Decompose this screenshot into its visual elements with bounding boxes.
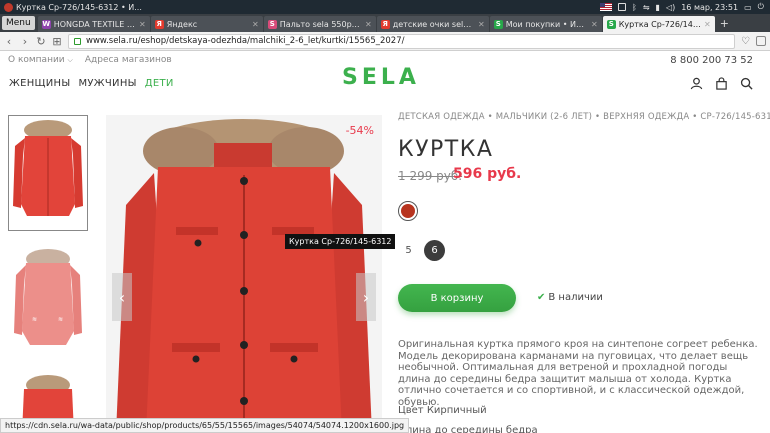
os-top-panel: Куртка Ср-726/145-6312 • И... ᛒ ⇋ ▮ ◁) 1… bbox=[0, 0, 770, 14]
tab-jacket[interactable]: S Куртка Ср-726/145-6312 ✕ bbox=[602, 16, 715, 32]
chevron-left-icon: ‹ bbox=[118, 287, 126, 307]
product-title: КУРТКА bbox=[398, 137, 494, 162]
check-icon: ✔ bbox=[537, 292, 546, 303]
nav-kids[interactable]: ДЕТИ bbox=[145, 78, 174, 89]
forward-icon[interactable]: › bbox=[20, 35, 30, 48]
back-icon[interactable]: ‹ bbox=[4, 35, 14, 48]
prev-image-button[interactable]: ‹ bbox=[112, 273, 132, 321]
close-icon[interactable]: ✕ bbox=[252, 20, 259, 29]
opera-icon bbox=[4, 2, 13, 12]
power-icon[interactable]: ⏻ bbox=[758, 2, 764, 12]
svg-text:≋: ≋ bbox=[58, 316, 63, 323]
chevron-down-icon: ⌵ bbox=[67, 56, 73, 64]
os-window-title[interactable]: Куртка Ср-726/145-6312 • И... bbox=[0, 2, 142, 12]
about-link[interactable]: О компании ⌵ bbox=[8, 55, 73, 65]
stock-status: ✔ В наличии bbox=[537, 292, 603, 303]
os-tray: ᛒ ⇋ ▮ ◁) 16 мар, 23:51 ▭ ⏻ bbox=[600, 2, 770, 12]
battery-icon[interactable]: ▮ bbox=[656, 3, 660, 12]
sela-icon: S bbox=[606, 19, 616, 29]
close-icon[interactable]: ✕ bbox=[591, 20, 598, 29]
tab-label: Пальто sela 550руб - ст bbox=[279, 19, 362, 29]
tab-glasses-search[interactable]: Я детские очки sela — Ян ✕ bbox=[376, 16, 489, 32]
close-icon[interactable]: ✕ bbox=[478, 20, 485, 29]
yandex-icon: Я bbox=[154, 19, 164, 29]
stock-status-text: В наличии bbox=[548, 292, 603, 303]
bookmark-heart-icon[interactable]: ♡ bbox=[741, 36, 750, 47]
extension-icon[interactable] bbox=[756, 36, 766, 46]
window-icon[interactable] bbox=[618, 3, 627, 11]
url-text: www.sela.ru/eshop/detskaya-odezhda/malch… bbox=[86, 36, 405, 46]
size-option-5[interactable]: 5 bbox=[398, 240, 419, 261]
yandex-icon: Я bbox=[380, 19, 390, 29]
screen-icon[interactable]: ▭ bbox=[744, 3, 752, 12]
volume-icon[interactable]: ◁) bbox=[666, 3, 675, 12]
jacket-image bbox=[116, 119, 372, 433]
address-bar-row: ‹ › ↻ ⊞ www.sela.ru/eshop/detskaya-odezh… bbox=[0, 32, 770, 51]
bag-icon[interactable] bbox=[715, 77, 728, 90]
svg-text:≋: ≋ bbox=[32, 316, 37, 323]
thumbnail-jacket-pink-image: ≋ ≋ bbox=[14, 249, 82, 345]
tab-label: Мои покупки • Интерне bbox=[505, 19, 588, 29]
main-nav: ЖЕНЩИНЫ МУЖЧИНЫ ДЕТИ bbox=[9, 78, 174, 89]
discount-badge: -54% bbox=[345, 124, 374, 137]
stores-link[interactable]: Адреса магазинов bbox=[85, 55, 172, 65]
size-option-6[interactable]: 6 bbox=[424, 240, 445, 261]
close-icon[interactable]: ✕ bbox=[365, 20, 372, 29]
product-length: Длина до середины бедра bbox=[398, 425, 538, 433]
network-icon[interactable]: ⇋ bbox=[643, 3, 650, 12]
web-page: О компании ⌵ Адреса магазинов 8 800 200 … bbox=[0, 51, 770, 433]
new-tab-icon[interactable]: + bbox=[720, 17, 729, 30]
tab-coat-search[interactable]: S Пальто sela 550руб - ст ✕ bbox=[263, 16, 376, 32]
phone-number[interactable]: 8 800 200 73 52 bbox=[670, 55, 753, 66]
speed-dial-icon[interactable]: ⊞ bbox=[52, 35, 62, 48]
image-tooltip: Куртка Ср-726/145-6312 bbox=[285, 234, 396, 249]
browser-status-bar: https://cdn.sela.ru/wa-data/public/shop/… bbox=[0, 418, 410, 433]
tab-my-purchases[interactable]: S Мои покупки • Интерне ✕ bbox=[489, 16, 602, 32]
thumbnail-1[interactable] bbox=[8, 115, 88, 231]
main-product-image[interactable]: -54% ‹ › bbox=[106, 115, 382, 433]
next-image-button[interactable]: › bbox=[356, 273, 376, 321]
close-icon[interactable]: ✕ bbox=[139, 20, 146, 29]
top-links: О компании ⌵ Адреса магазинов bbox=[8, 55, 172, 65]
chevron-right-icon: › bbox=[362, 287, 370, 307]
tab-label: Яндекс bbox=[166, 19, 198, 29]
vk-like-icon: W bbox=[41, 19, 51, 29]
sela-icon: S bbox=[493, 19, 503, 29]
nav-women[interactable]: ЖЕНЩИНЫ bbox=[9, 78, 70, 89]
url-field[interactable]: www.sela.ru/eshop/detskaya-odezhda/malch… bbox=[68, 33, 736, 49]
tab-hongda[interactable]: W HONGDA TEXTILE в инт ✕ bbox=[37, 16, 150, 32]
browser-menu-button[interactable]: Menu bbox=[2, 16, 35, 30]
tab-label: Куртка Ср-726/145-6312 bbox=[618, 19, 701, 29]
search-icon[interactable] bbox=[740, 77, 753, 90]
product-description: Оригинальная куртка прямого кроя на синт… bbox=[398, 339, 758, 408]
nav-men[interactable]: МУЖЧИНЫ bbox=[78, 78, 136, 89]
about-link-text: О компании bbox=[8, 55, 65, 65]
close-icon[interactable]: ✕ bbox=[704, 20, 711, 29]
tab-label: HONGDA TEXTILE в инт bbox=[53, 19, 136, 29]
add-to-cart-button[interactable]: В корзину bbox=[398, 284, 516, 312]
bluetooth-icon[interactable]: ᛒ bbox=[632, 3, 637, 12]
header-icons bbox=[690, 77, 753, 90]
color-swatch-fill bbox=[401, 204, 415, 218]
thumbnail-jacket-front-image bbox=[13, 120, 83, 216]
new-price: 596 руб. bbox=[453, 166, 522, 182]
product-color: Цвет Кирпичный bbox=[398, 405, 487, 416]
tab-label: детские очки sela — Ян bbox=[392, 19, 475, 29]
user-icon[interactable] bbox=[690, 77, 703, 90]
os-window-title-text: Куртка Ср-726/145-6312 • И... bbox=[16, 2, 142, 12]
keyboard-layout-flag-icon[interactable] bbox=[600, 3, 613, 11]
sela-icon: S bbox=[267, 19, 277, 29]
tab-yandex[interactable]: Я Яндекс ✕ bbox=[150, 16, 263, 32]
breadcrumb[interactable]: ДЕТСКАЯ ОДЕЖДА • МАЛЬЧИКИ (2-6 ЛЕТ) • ВЕ… bbox=[398, 112, 770, 122]
reload-icon[interactable]: ↻ bbox=[36, 35, 46, 48]
clock[interactable]: 16 мар, 23:51 bbox=[681, 3, 738, 12]
lock-icon bbox=[74, 37, 81, 45]
thumbnail-2[interactable]: ≋ ≋ bbox=[8, 241, 88, 357]
sela-logo[interactable]: SELA bbox=[342, 65, 420, 90]
browser-tab-bar: Menu W HONGDA TEXTILE в инт ✕ Я Яндекс ✕… bbox=[0, 14, 770, 32]
color-swatch[interactable] bbox=[398, 201, 418, 221]
